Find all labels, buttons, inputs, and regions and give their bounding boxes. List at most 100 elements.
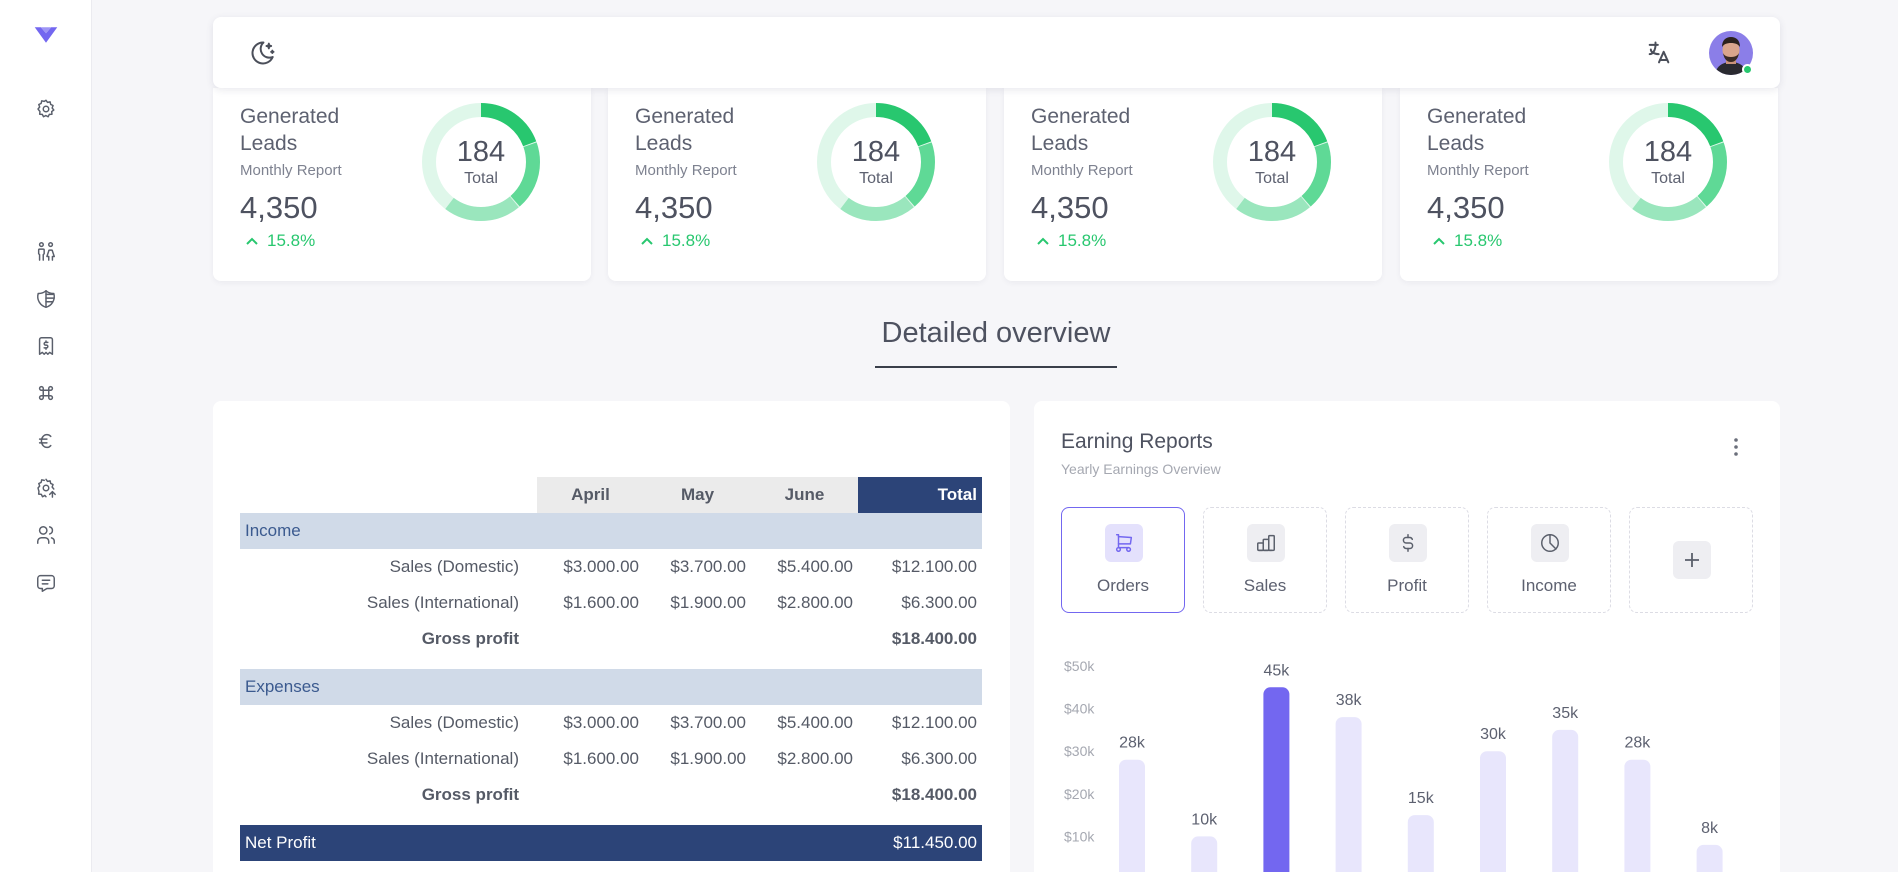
- shield-icon[interactable]: [33, 286, 59, 312]
- stat-card: Generated Leads Monthly Report 4,350 15.8% 1…: [1004, 88, 1382, 281]
- bar[interactable]: [1552, 729, 1579, 872]
- y-tick-label: $50k: [1064, 658, 1095, 674]
- stat-subtitle: Monthly Report: [635, 162, 737, 179]
- tab-label: Sales: [1243, 576, 1287, 595]
- stat-value: 4,350: [1031, 190, 1109, 225]
- gross-profit-total: $18.400.00: [891, 629, 977, 648]
- header-blank: [240, 477, 537, 513]
- bar-data-label: 30k: [1480, 726, 1507, 743]
- tab-label: Income: [1521, 576, 1577, 595]
- bar[interactable]: [1696, 844, 1723, 872]
- cell-june: $2.800.00: [777, 749, 853, 768]
- bar-chart-icon: [1247, 524, 1285, 562]
- tab-profit[interactable]: Profit: [1345, 507, 1469, 613]
- stat-change: 15.8%: [1432, 231, 1502, 251]
- bar[interactable]: [1480, 751, 1506, 872]
- chevron-up-icon: [1433, 237, 1445, 245]
- donut-value: 184: [1643, 136, 1693, 168]
- stat-change-value: 15.8%: [267, 231, 316, 250]
- donut-value: 184: [851, 136, 901, 168]
- stat-card: Generated Leads Monthly Report 4,350 15.8% 1…: [213, 88, 591, 281]
- stat-subtitle: Monthly Report: [1031, 162, 1133, 179]
- dollar-icon: [1389, 524, 1427, 562]
- gross-profit-label: Gross profit: [421, 629, 519, 648]
- bar[interactable]: [1335, 717, 1362, 872]
- stat-change-value: 15.8%: [662, 231, 711, 250]
- bar[interactable]: [1191, 836, 1218, 872]
- chevron-up-icon: [246, 237, 258, 245]
- table-row: Sales (International) $1.600.00 $1.900.0…: [240, 741, 982, 777]
- euro-icon[interactable]: [33, 428, 59, 454]
- cart-icon: [1105, 524, 1143, 562]
- moon-stars-icon[interactable]: [249, 39, 277, 67]
- net-profit-label: Net Profit: [240, 825, 858, 861]
- header-april: April: [537, 477, 644, 513]
- table-row: Sales (International) $1.600.00 $1.900.0…: [240, 585, 982, 621]
- earning-subtitle: Yearly Earnings Overview: [1061, 461, 1221, 477]
- users-group-icon[interactable]: [33, 238, 59, 264]
- command-icon[interactable]: [33, 380, 59, 406]
- bar-data-label: 10k: [1191, 811, 1218, 828]
- stat-subtitle: Monthly Report: [240, 162, 342, 179]
- cell-april: $1.600.00: [563, 749, 639, 768]
- cell-may: $3.700.00: [670, 557, 746, 576]
- stat-change: 15.8%: [245, 231, 315, 251]
- bar[interactable]: [1407, 815, 1434, 872]
- stat-change: 15.8%: [1036, 231, 1106, 251]
- bar-data-label: 35k: [1552, 705, 1579, 722]
- user-avatar[interactable]: [1709, 31, 1753, 75]
- tab-sales[interactable]: Sales: [1203, 507, 1327, 613]
- cell-total: $12.100.00: [891, 713, 977, 732]
- plus-icon: [1673, 541, 1711, 579]
- cell-may: $1.900.00: [670, 749, 746, 768]
- top-navbar: [213, 17, 1780, 88]
- bar-data-label: 28k: [1625, 735, 1652, 752]
- settings-upload-icon[interactable]: [33, 475, 59, 501]
- users-icon[interactable]: [33, 522, 59, 548]
- stat-card: Generated Leads Monthly Report 4,350 15.8% 1…: [608, 88, 986, 281]
- add-tab-button[interactable]: [1629, 507, 1753, 613]
- header-total: Total: [858, 477, 982, 513]
- expenses-label: Expenses: [240, 669, 982, 705]
- table-header-row: April May June Total: [240, 477, 982, 513]
- stat-change-value: 15.8%: [1454, 231, 1503, 250]
- gross-profit-total: $18.400.00: [891, 785, 977, 804]
- y-tick-label: $10k: [1064, 828, 1095, 844]
- message-icon[interactable]: [33, 570, 59, 596]
- receipt-icon[interactable]: [33, 333, 59, 359]
- stat-change-value: 15.8%: [1058, 231, 1107, 250]
- cell-june: $5.400.00: [777, 557, 853, 576]
- donut-label: Total: [1651, 170, 1685, 187]
- bar-data-label: 45k: [1264, 662, 1291, 679]
- net-profit-row: Net Profit $11.450.00: [240, 825, 982, 861]
- logo-icon[interactable]: [33, 22, 59, 48]
- settings-icon[interactable]: [33, 96, 59, 122]
- cell-june: $2.800.00: [777, 593, 853, 612]
- cell-total: $6.300.00: [901, 749, 977, 768]
- bar-data-label: 28k: [1119, 735, 1146, 752]
- tab-income[interactable]: Income: [1487, 507, 1611, 613]
- translate-icon[interactable]: [1645, 39, 1673, 67]
- bar[interactable]: [1624, 759, 1651, 872]
- bar-data-label: 15k: [1408, 790, 1435, 807]
- income-label: Income: [240, 513, 982, 549]
- section-title: Detailed overview: [881, 317, 1111, 349]
- tab-label: Orders: [1097, 576, 1149, 595]
- income-gross-row: Gross profit $18.400.00: [240, 621, 982, 657]
- donut-value: 184: [456, 136, 506, 168]
- row-label: Sales (Domestic): [389, 557, 519, 576]
- financial-table: April May June Total Income Sales (Domes…: [240, 477, 982, 861]
- row-label: Sales (International): [366, 593, 519, 612]
- bar[interactable]: [1263, 687, 1290, 872]
- cell-may: $3.700.00: [670, 713, 746, 732]
- tab-orders[interactable]: Orders: [1061, 507, 1185, 613]
- stat-title: Generated Leads: [240, 105, 340, 155]
- earning-reports-card: Earning Reports Yearly Earnings Overview…: [1034, 401, 1780, 872]
- more-vertical-icon[interactable]: [1726, 435, 1746, 459]
- gross-profit-label: Gross profit: [421, 785, 519, 804]
- header-june: June: [751, 477, 858, 513]
- bar[interactable]: [1119, 759, 1145, 872]
- stat-change: 15.8%: [640, 231, 710, 251]
- expenses-section-row: Expenses: [240, 669, 982, 705]
- cell-april: $3.000.00: [563, 713, 639, 732]
